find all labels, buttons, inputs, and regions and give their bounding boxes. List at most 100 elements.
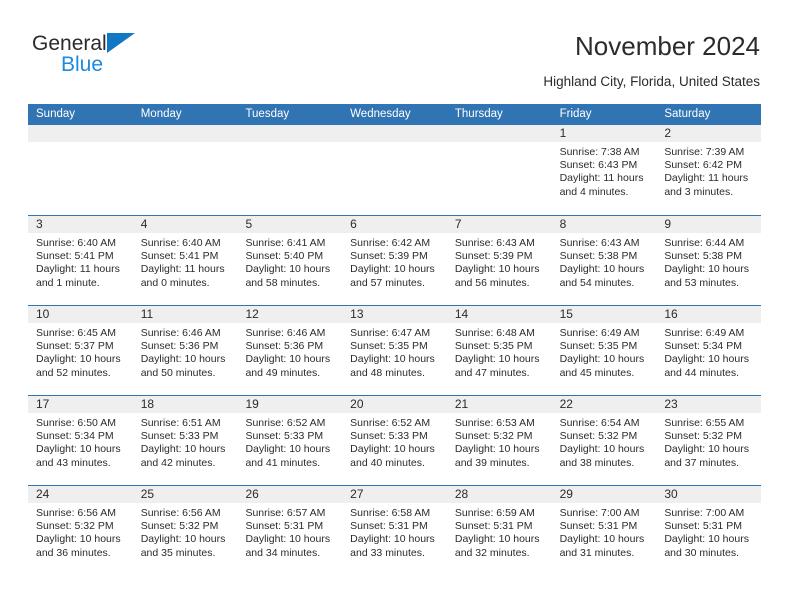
calendar-day-cell[interactable]: 20 Sunrise: 6:52 AM Sunset: 5:33 PM Dayligh… (342, 396, 447, 485)
day-number (446, 125, 552, 142)
calendar-day-cell[interactable]: 25 Sunrise: 6:56 AM Sunset: 5:32 PM Dayligh… (132, 486, 238, 575)
sunset-text: Sunset: 5:35 PM (350, 340, 428, 353)
daylight-text-line1: Daylight: 10 hours (350, 263, 435, 276)
sunset-text: Sunset: 5:31 PM (454, 520, 533, 533)
calendar-day-cell-empty (28, 125, 133, 215)
daylight-text-line2: and 54 minutes. (559, 276, 635, 289)
calendar-day-cell[interactable]: 27 Sunrise: 6:58 AM Sunset: 5:31 PM Dayligh… (342, 486, 447, 575)
sunrise-text: Sunrise: 6:43 AM (454, 237, 535, 249)
sunrise-text: Sunrise: 6:53 AM (454, 417, 535, 429)
day-number: 9 (656, 216, 762, 233)
sunrise-text: Sunrise: 6:47 AM (350, 327, 431, 339)
calendar-day-cell[interactable]: 9 Sunrise: 6:44 AM Sunset: 5:38 PM Daylight… (656, 216, 762, 305)
daylight-text-line1: Daylight: 11 hours (140, 263, 225, 276)
calendar-day-cell[interactable]: 14 Sunrise: 6:48 AM Sunset: 5:35 PM Dayligh… (446, 306, 552, 395)
calendar-day-cell[interactable]: 23 Sunrise: 6:55 AM Sunset: 5:32 PM Dayligh… (656, 396, 762, 485)
calendar-day-cell[interactable]: 16 Sunrise: 6:49 AM Sunset: 5:34 PM Dayligh… (656, 306, 762, 395)
day-number: 19 (237, 396, 343, 413)
calendar-day-cell[interactable]: 8 Sunrise: 6:43 AM Sunset: 5:38 PM Daylight… (551, 216, 657, 305)
sunrise-text: Sunrise: 6:48 AM (454, 327, 535, 339)
daylight-text-line1: Daylight: 10 hours (350, 533, 435, 546)
day-details: Sunrise: 6:55 AM Sunset: 5:32 PM Daylight:… (656, 413, 761, 470)
weekday-header-wednesday: Wednesday (350, 108, 411, 120)
sunset-text: Sunset: 5:40 PM (245, 250, 324, 263)
daylight-text-line1: Daylight: 10 hours (559, 353, 645, 366)
sunset-text: Sunset: 5:32 PM (559, 430, 638, 443)
daylight-text-line2: and 56 minutes. (454, 276, 530, 289)
day-details: Sunrise: 6:52 AM Sunset: 5:33 PM Daylight:… (237, 413, 342, 470)
day-number: 1 (551, 125, 657, 142)
sunset-text: Sunset: 5:35 PM (559, 340, 638, 353)
generalblue-logo[interactable]: General Blue (32, 32, 272, 82)
sunrise-text: Sunrise: 6:57 AM (245, 507, 326, 519)
calendar-day-cell[interactable]: 24 Sunrise: 6:56 AM Sunset: 5:32 PM Dayligh… (28, 486, 133, 575)
calendar-day-cell[interactable]: 2 Sunrise: 7:39 AM Sunset: 6:42 PM Daylight… (656, 125, 762, 215)
sunrise-text: Sunrise: 6:42 AM (350, 237, 431, 249)
daylight-text-line2: and 38 minutes. (559, 456, 635, 469)
daylight-text-line1: Daylight: 10 hours (664, 533, 749, 546)
day-details: Sunrise: 6:52 AM Sunset: 5:33 PM Daylight:… (342, 413, 447, 470)
calendar-day-cell[interactable]: 6 Sunrise: 6:42 AM Sunset: 5:39 PM Daylight… (342, 216, 447, 305)
daylight-text-line1: Daylight: 10 hours (664, 443, 749, 456)
daylight-text-line1: Daylight: 10 hours (454, 533, 540, 546)
calendar-week-row: 10 Sunrise: 6:45 AM Sunset: 5:37 PM Dayligh… (28, 305, 762, 395)
calendar-page: General Blue November 2024 Highland City… (0, 0, 792, 612)
logo-top-row: General (32, 32, 272, 55)
calendar-day-cell[interactable]: 12 Sunrise: 6:46 AM Sunset: 5:36 PM Dayligh… (237, 306, 343, 395)
day-number: 15 (551, 306, 657, 323)
sunrise-text: Sunrise: 6:40 AM (140, 237, 221, 249)
calendar-day-cell[interactable]: 28 Sunrise: 6:59 AM Sunset: 5:31 PM Dayligh… (446, 486, 552, 575)
daylight-text-line1: Daylight: 10 hours (140, 353, 226, 366)
page-header: General Blue November 2024 Highland City… (0, 0, 792, 100)
weekday-header-tuesday: Tuesday (245, 108, 290, 120)
calendar-day-cell[interactable]: 17 Sunrise: 6:50 AM Sunset: 5:34 PM Dayligh… (28, 396, 133, 485)
sunrise-text: Sunrise: 6:46 AM (140, 327, 221, 339)
daylight-text-line2: and 4 minutes. (559, 185, 629, 198)
day-details: Sunrise: 6:56 AM Sunset: 5:32 PM Daylight:… (28, 503, 133, 560)
day-details: Sunrise: 6:40 AM Sunset: 5:41 PM Daylight:… (28, 233, 133, 290)
day-number: 22 (551, 396, 657, 413)
day-details: Sunrise: 6:47 AM Sunset: 5:35 PM Daylight:… (342, 323, 447, 380)
sunset-text: Sunset: 5:37 PM (36, 340, 114, 353)
day-details: Sunrise: 7:39 AM Sunset: 6:42 PM Daylight:… (656, 142, 761, 199)
calendar-day-cell[interactable]: 4 Sunrise: 6:40 AM Sunset: 5:41 PM Daylight… (132, 216, 238, 305)
sunrise-text: Sunrise: 6:41 AM (245, 237, 326, 249)
daylight-text-line1: Daylight: 10 hours (36, 353, 121, 366)
calendar-day-cell[interactable]: 19 Sunrise: 6:52 AM Sunset: 5:33 PM Dayligh… (237, 396, 343, 485)
calendar-day-cell[interactable]: 5 Sunrise: 6:41 AM Sunset: 5:40 PM Daylight… (237, 216, 343, 305)
calendar-day-cell[interactable]: 7 Sunrise: 6:43 AM Sunset: 5:39 PM Daylight… (446, 216, 552, 305)
daylight-text-line1: Daylight: 11 hours (664, 172, 749, 185)
day-number: 10 (28, 306, 133, 323)
calendar-day-cell[interactable]: 10 Sunrise: 6:45 AM Sunset: 5:37 PM Dayligh… (28, 306, 133, 395)
sunrise-text: Sunrise: 6:40 AM (36, 237, 116, 249)
sunrise-text: Sunrise: 7:00 AM (559, 507, 640, 519)
calendar-day-cell[interactable]: 3 Sunrise: 6:40 AM Sunset: 5:41 PM Daylight… (28, 216, 133, 305)
day-details: Sunrise: 6:50 AM Sunset: 5:34 PM Daylight:… (28, 413, 133, 470)
calendar-day-cell[interactable]: 26 Sunrise: 6:57 AM Sunset: 5:31 PM Dayligh… (237, 486, 343, 575)
calendar-day-cell[interactable]: 30 Sunrise: 7:00 AM Sunset: 5:31 PM Dayligh… (656, 486, 762, 575)
daylight-text-line2: and 41 minutes. (245, 456, 321, 469)
day-number: 3 (28, 216, 133, 233)
sunrise-text: Sunrise: 6:52 AM (245, 417, 326, 429)
calendar-day-cell[interactable]: 18 Sunrise: 6:51 AM Sunset: 5:33 PM Dayligh… (132, 396, 238, 485)
page-subtitle: Highland City, Florida, United States (543, 74, 760, 89)
calendar-day-cell[interactable]: 1 Sunrise: 7:38 AM Sunset: 6:43 PM Daylight… (551, 125, 657, 215)
calendar-day-cell[interactable]: 11 Sunrise: 6:46 AM Sunset: 5:36 PM Dayligh… (132, 306, 238, 395)
calendar-week-row: 24 Sunrise: 6:56 AM Sunset: 5:32 PM Dayligh… (28, 485, 762, 575)
calendar-day-cell[interactable]: 29 Sunrise: 7:00 AM Sunset: 5:31 PM Dayligh… (551, 486, 657, 575)
sunset-text: Sunset: 5:35 PM (454, 340, 533, 353)
day-number (132, 125, 238, 142)
daylight-text-line2: and 31 minutes. (559, 546, 635, 559)
day-number: 13 (342, 306, 447, 323)
daylight-text-line2: and 57 minutes. (350, 276, 425, 289)
day-number: 26 (237, 486, 343, 503)
sunrise-text: Sunrise: 6:56 AM (36, 507, 116, 519)
calendar-day-cell[interactable]: 13 Sunrise: 6:47 AM Sunset: 5:35 PM Dayligh… (342, 306, 447, 395)
sunset-text: Sunset: 5:36 PM (245, 340, 324, 353)
daylight-text-line1: Daylight: 10 hours (350, 353, 435, 366)
day-details: Sunrise: 6:56 AM Sunset: 5:32 PM Daylight:… (133, 503, 238, 560)
calendar-day-cell[interactable]: 21 Sunrise: 6:53 AM Sunset: 5:32 PM Dayligh… (446, 396, 552, 485)
calendar-day-cell[interactable]: 22 Sunrise: 6:54 AM Sunset: 5:32 PM Dayligh… (551, 396, 657, 485)
calendar-day-cell[interactable]: 15 Sunrise: 6:49 AM Sunset: 5:35 PM Dayligh… (551, 306, 657, 395)
day-number: 11 (132, 306, 238, 323)
